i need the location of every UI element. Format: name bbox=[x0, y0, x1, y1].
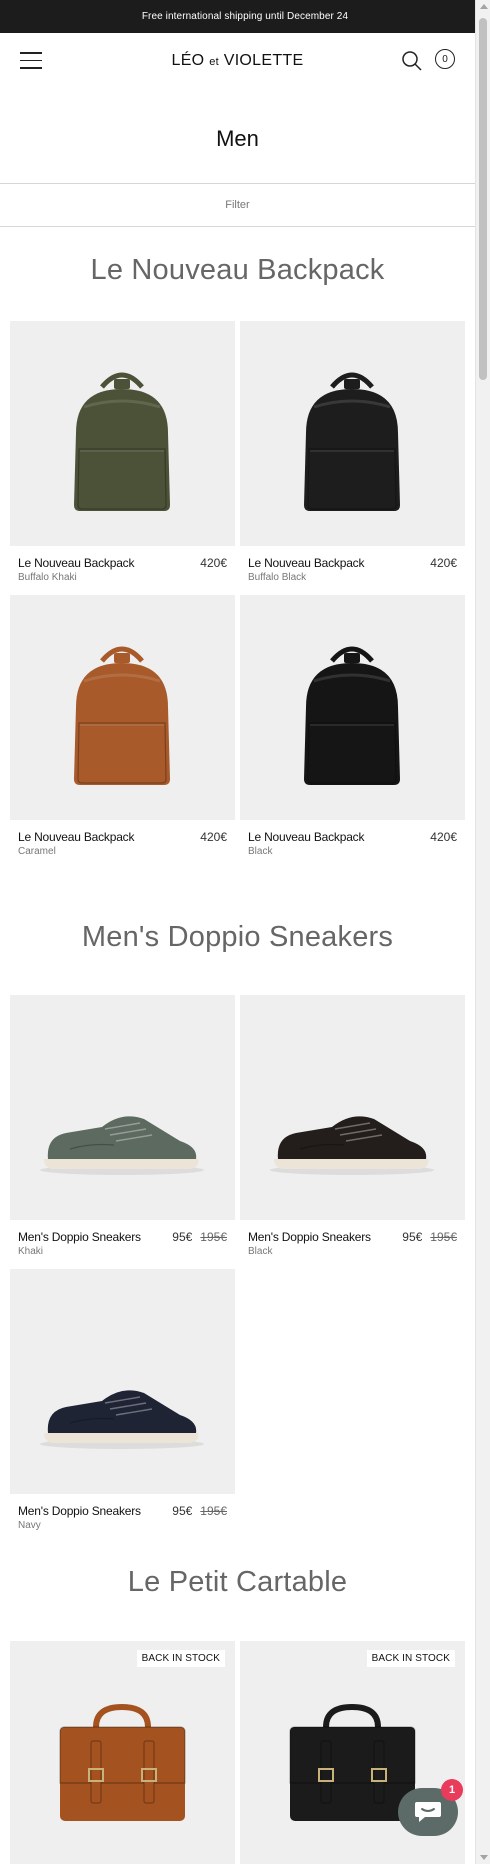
product-price: 420€ bbox=[430, 556, 457, 570]
product-price: 420€ bbox=[200, 830, 227, 844]
sale-price: 95€ bbox=[172, 1504, 193, 1518]
product-card[interactable]: Men's Doppio Sneakers Navy 95€ 195€ bbox=[10, 1269, 235, 1543]
product-info: Le Nouveau Backpack Black 420€ bbox=[240, 820, 465, 869]
back-in-stock-badge: BACK IN STOCK bbox=[136, 1650, 225, 1667]
product-name[interactable]: Le Nouveau Backpack bbox=[248, 556, 457, 570]
site-header: LÉO et VIOLETTE 0 bbox=[0, 33, 475, 93]
product-card[interactable]: BACK IN STOCKLe Petit Cartable430€ bbox=[10, 1641, 235, 1864]
sale-price: 420€ bbox=[200, 556, 227, 570]
product-name[interactable]: Le Nouveau Backpack bbox=[18, 556, 227, 570]
product-image[interactable] bbox=[10, 321, 235, 546]
product-card[interactable]: Men's Doppio Sneakers Khaki 95€ 195€ bbox=[10, 995, 235, 1269]
collection-title: Men's Doppio Sneakers bbox=[81, 921, 394, 953]
product-info: Men's Doppio Sneakers Navy 95€ 195€ bbox=[10, 1494, 235, 1543]
product-image[interactable] bbox=[10, 995, 235, 1220]
sale-price: 420€ bbox=[430, 556, 457, 570]
cart-icon[interactable]: 0 bbox=[435, 49, 455, 69]
product-info: Le Nouveau Backpack Buffalo Black 420€ bbox=[240, 546, 465, 595]
product-image[interactable] bbox=[10, 1269, 235, 1494]
filter-label: Filter bbox=[225, 199, 250, 211]
cart-count: 0 bbox=[442, 53, 448, 65]
sale-price: 95€ bbox=[402, 1230, 423, 1244]
chat-unread-badge: 1 bbox=[441, 1779, 463, 1801]
product-variant: Navy bbox=[18, 1520, 41, 1531]
product-image[interactable] bbox=[10, 595, 235, 820]
product-card[interactable]: Le Nouveau Backpack Buffalo Black 420€ bbox=[240, 321, 465, 595]
product-variant: Buffalo Black bbox=[248, 572, 307, 583]
collection-title: Le Nouveau Backpack bbox=[90, 254, 385, 286]
logo-text-mid: et bbox=[209, 56, 219, 68]
logo-text-left: LÉO bbox=[171, 52, 205, 69]
product-variant: Buffalo Khaki bbox=[18, 572, 77, 583]
product-variant: Khaki bbox=[18, 1246, 44, 1257]
sale-price: 95€ bbox=[172, 1230, 193, 1244]
filter-button[interactable]: Filter bbox=[0, 183, 475, 227]
product-name[interactable]: Le Nouveau Backpack bbox=[248, 830, 457, 844]
product-price: 420€ bbox=[430, 830, 457, 844]
compare-at-price: 195€ bbox=[200, 1504, 227, 1518]
sale-price: 420€ bbox=[430, 830, 457, 844]
product-name[interactable]: Le Nouveau Backpack bbox=[18, 830, 227, 844]
product-card[interactable]: Men's Doppio Sneakers Black 95€ 195€ bbox=[240, 995, 465, 1269]
product-grid: BACK IN STOCKLe Petit Cartable430€ BACK … bbox=[0, 1641, 475, 1864]
announcement-bar: Free international shipping until Decemb… bbox=[0, 0, 490, 33]
compare-at-price: 195€ bbox=[430, 1230, 457, 1244]
product-variant: Caramel bbox=[18, 846, 56, 857]
product-card[interactable]: Le Nouveau Backpack Caramel 420€ bbox=[10, 595, 235, 869]
scrollbar[interactable] bbox=[475, 0, 490, 1864]
product-price: 95€ 195€ bbox=[172, 1504, 227, 1518]
product-info: Le Nouveau Backpack Buffalo Khaki 420€ bbox=[10, 546, 235, 595]
product-image[interactable] bbox=[240, 995, 465, 1220]
page-title: Men bbox=[216, 126, 259, 151]
product-variant: Black bbox=[248, 1246, 273, 1257]
scroll-down-arrow-icon[interactable] bbox=[480, 1855, 488, 1860]
announcement-text: Free international shipping until Decemb… bbox=[141, 11, 349, 22]
product-image[interactable]: BACK IN STOCK bbox=[10, 1641, 235, 1864]
collection-title: Le Petit Cartable bbox=[127, 1566, 348, 1598]
product-variant: Black bbox=[248, 846, 273, 857]
chat-bubble-icon bbox=[415, 1802, 441, 1822]
product-info: Men's Doppio Sneakers Khaki 95€ 195€ bbox=[10, 1220, 235, 1269]
product-info: Men's Doppio Sneakers Black 95€ 195€ bbox=[240, 1220, 465, 1269]
product-grid: Men's Doppio Sneakers Khaki 95€ 195€ Men's … bbox=[0, 995, 475, 1543]
product-price: 95€ 195€ bbox=[402, 1230, 457, 1244]
product-price: 95€ 195€ bbox=[172, 1230, 227, 1244]
product-grid: Le Nouveau Backpack Buffalo Khaki 420€ Le … bbox=[0, 321, 475, 869]
product-card[interactable]: Le Nouveau Backpack Buffalo Khaki 420€ bbox=[10, 321, 235, 595]
back-in-stock-badge: BACK IN STOCK bbox=[366, 1650, 455, 1667]
sale-price: 420€ bbox=[200, 830, 227, 844]
product-image[interactable] bbox=[240, 321, 465, 546]
logo-text-right: VIOLETTE bbox=[223, 52, 304, 69]
product-info: Le Nouveau Backpack Caramel 420€ bbox=[10, 820, 235, 869]
search-icon[interactable] bbox=[401, 50, 423, 72]
product-image[interactable] bbox=[240, 595, 465, 820]
product-price: 420€ bbox=[200, 556, 227, 570]
scroll-up-arrow-icon[interactable] bbox=[480, 4, 488, 9]
product-card[interactable]: Le Nouveau Backpack Black 420€ bbox=[240, 595, 465, 869]
scrollbar-thumb[interactable] bbox=[479, 18, 487, 380]
compare-at-price: 195€ bbox=[200, 1230, 227, 1244]
